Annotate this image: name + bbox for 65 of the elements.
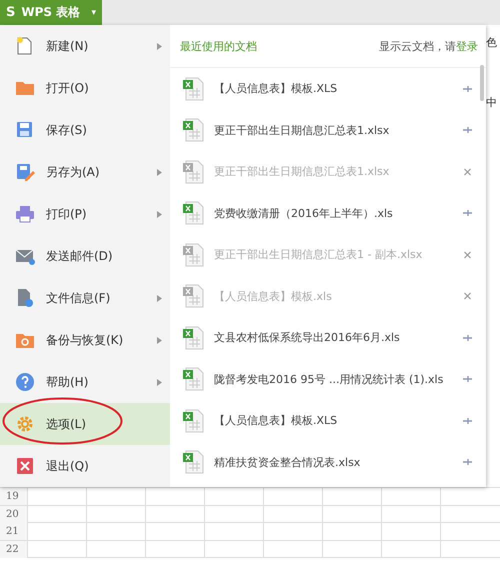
spreadsheet-file-icon — [182, 118, 204, 142]
row-number: 22 — [0, 540, 27, 558]
pin-icon — [463, 458, 472, 466]
recent-file-item[interactable]: 文县农村低保系统导出2016年6月.xls — [170, 317, 486, 358]
missing-spreadsheet-file-icon — [182, 284, 204, 308]
close-icon — [15, 456, 35, 476]
menu-item[interactable]: 新建(N) — [0, 25, 170, 67]
file-name: 【人员信息表】模板.XLS — [214, 81, 338, 96]
menu-item[interactable]: 打开(O) — [0, 67, 170, 109]
menu-item[interactable]: 退出(Q) — [0, 445, 170, 487]
recent-file-item[interactable]: 【人员信息表】模板.XLS — [170, 68, 486, 110]
file-name: 陇督考发电2016 95号 ...用情况统计表 (1).xls — [214, 372, 444, 387]
menu-item[interactable]: 发送邮件(D) — [0, 235, 170, 277]
save-as-icon — [15, 162, 35, 182]
file-name: 文县农村低保系统导出2016年6月.xls — [214, 330, 401, 346]
missing-spreadsheet-file-icon — [182, 160, 204, 184]
file-name: 更正干部出生日期信息汇总表1 - 副本.xlsx — [214, 247, 424, 262]
row-number: 21 — [0, 523, 27, 540]
pin-icon — [463, 334, 472, 342]
spreadsheet-file-icon — [182, 76, 204, 101]
remove-icon — [463, 250, 472, 259]
spreadsheet-file-icon — [182, 201, 204, 226]
printer-icon — [15, 204, 35, 224]
file-name: 更正干部出生日期信息汇总表1.xlsx — [214, 122, 390, 138]
menu-item[interactable]: 备份与恢复(K) — [0, 319, 170, 361]
save-icon — [15, 120, 35, 140]
pin-icon — [463, 209, 472, 218]
pin-icon — [463, 375, 472, 384]
cloud-hint: 显示云文档，请 — [379, 38, 456, 54]
recent-file-item[interactable]: 更正干部出生日期信息汇总表1.xlsx — [170, 110, 486, 151]
file-name: 【人员信息表】模板.xls — [214, 288, 333, 304]
row-number: 20 — [0, 506, 27, 522]
pin-icon — [463, 126, 472, 134]
recent-file-item[interactable]: 陇督考发电2016 95号 ...用情况统计表 (1).xls — [170, 358, 486, 400]
menu-item[interactable]: 帮助(H) — [0, 361, 170, 403]
menu-item[interactable]: 文件信息(F) — [0, 277, 170, 319]
section-title: 最近使用的文档 — [180, 38, 258, 54]
file-name: 更正干部出生日期信息汇总表1.xlsx — [214, 164, 390, 180]
menu-item[interactable]: 保存(S) — [0, 109, 170, 151]
recent-file-item[interactable]: 【人员信息表】模板.XLS — [170, 400, 486, 442]
spreadsheet-file-icon — [182, 450, 204, 474]
menu-item[interactable]: 另存为(A) — [0, 151, 170, 193]
file-name: 精准扶贫资金整合情况表.xlsx — [214, 454, 362, 470]
pin-icon — [463, 416, 472, 425]
menu-item[interactable]: 打印(P) — [0, 193, 170, 235]
recent-file-item[interactable]: 精准扶贫资金整合情况表.xlsx — [170, 442, 486, 483]
file-name: 【人员信息表】模板.XLS — [214, 413, 338, 428]
missing-spreadsheet-file-icon — [182, 242, 204, 267]
pin-icon — [463, 84, 472, 93]
spreadsheet-file-icon — [182, 408, 204, 433]
login-link[interactable]: 登录 — [456, 38, 478, 54]
remove-icon — [463, 168, 472, 176]
spreadsheet-file-icon — [182, 326, 204, 350]
spreadsheet-file-icon — [182, 367, 204, 392]
help-icon — [15, 372, 35, 392]
toolbar-label: 色 — [486, 35, 498, 50]
toolbar-label: 中 — [486, 95, 498, 110]
file-name: 党费收缴清册（2016年上半年）.xls — [214, 206, 394, 221]
file-info-icon — [15, 288, 35, 308]
settings-icon — [15, 414, 35, 434]
row-number: 19 — [0, 488, 27, 505]
recent-file-item[interactable]: 党费收缴清册（2016年上半年）.xls — [170, 192, 486, 234]
menu-item[interactable]: 选项(L) — [0, 403, 170, 445]
remove-icon — [463, 292, 472, 300]
scrollbar-thumb[interactable] — [480, 65, 484, 101]
